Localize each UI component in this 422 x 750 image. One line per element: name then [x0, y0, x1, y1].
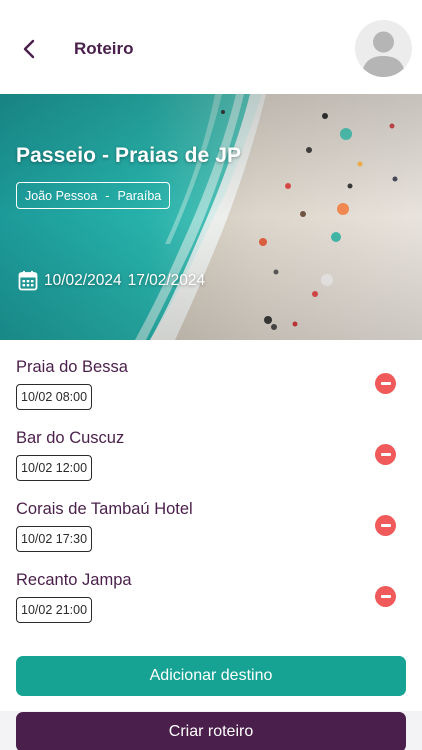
- minus-circle-icon: [380, 595, 391, 598]
- trip-cover-image: Passeio - Praias de JP João Pessoa - Par…: [0, 94, 422, 340]
- remove-destination-button[interactable]: [375, 515, 396, 536]
- destination-item: Praia do Bessa 10/02 08:00: [0, 340, 422, 412]
- chevron-left-icon: [23, 39, 35, 59]
- back-button[interactable]: [14, 34, 44, 64]
- destination-name: Bar do Cuscuz: [16, 429, 125, 447]
- destination-name: Corais de Tambaú Hotel: [16, 500, 193, 518]
- trip-city: João Pessoa: [25, 188, 98, 203]
- trip-start-date: 10/02/2024: [44, 271, 122, 289]
- remove-destination-button[interactable]: [375, 444, 396, 465]
- destination-name: Praia do Bessa: [16, 358, 128, 376]
- remove-destination-button[interactable]: [375, 373, 396, 394]
- destination-time[interactable]: 10/02 17:30: [16, 526, 93, 552]
- trip-dates: 10/02/2024 17/02/2024: [18, 270, 205, 291]
- destination-item: Recanto Jampa 10/02 21:00: [0, 553, 422, 625]
- minus-circle-icon: [380, 382, 391, 385]
- location-separator: -: [105, 188, 110, 203]
- trip-title: Passeio - Praias de JP: [16, 144, 242, 167]
- calendar-icon: [18, 270, 38, 291]
- destination-time[interactable]: 10/02 12:00: [16, 455, 93, 481]
- destination-name: Recanto Jampa: [16, 571, 132, 589]
- create-itinerary-button[interactable]: Criar roteiro: [16, 712, 406, 750]
- destination-item: Corais de Tambaú Hotel 10/02 17:30: [0, 482, 422, 554]
- minus-circle-icon: [380, 524, 391, 527]
- add-destination-button[interactable]: Adicionar destino: [16, 656, 406, 696]
- location-chip: João Pessoa - Paraíba: [16, 182, 171, 209]
- destination-time[interactable]: 10/02 08:00: [16, 384, 93, 410]
- destination-time[interactable]: 10/02 21:00: [16, 597, 93, 623]
- remove-destination-button[interactable]: [375, 586, 396, 607]
- avatar[interactable]: [355, 20, 412, 77]
- destination-item: Bar do Cuscuz 10/02 12:00: [0, 411, 422, 483]
- user-avatar-icon: [355, 20, 412, 77]
- page-title: Roteiro: [74, 39, 134, 58]
- trip-end-date: 17/02/2024: [127, 271, 206, 289]
- trip-state: Paraíba: [117, 188, 162, 203]
- beach-photo: [0, 94, 422, 340]
- minus-circle-icon: [380, 453, 391, 456]
- app-header: Roteiro: [0, 0, 422, 94]
